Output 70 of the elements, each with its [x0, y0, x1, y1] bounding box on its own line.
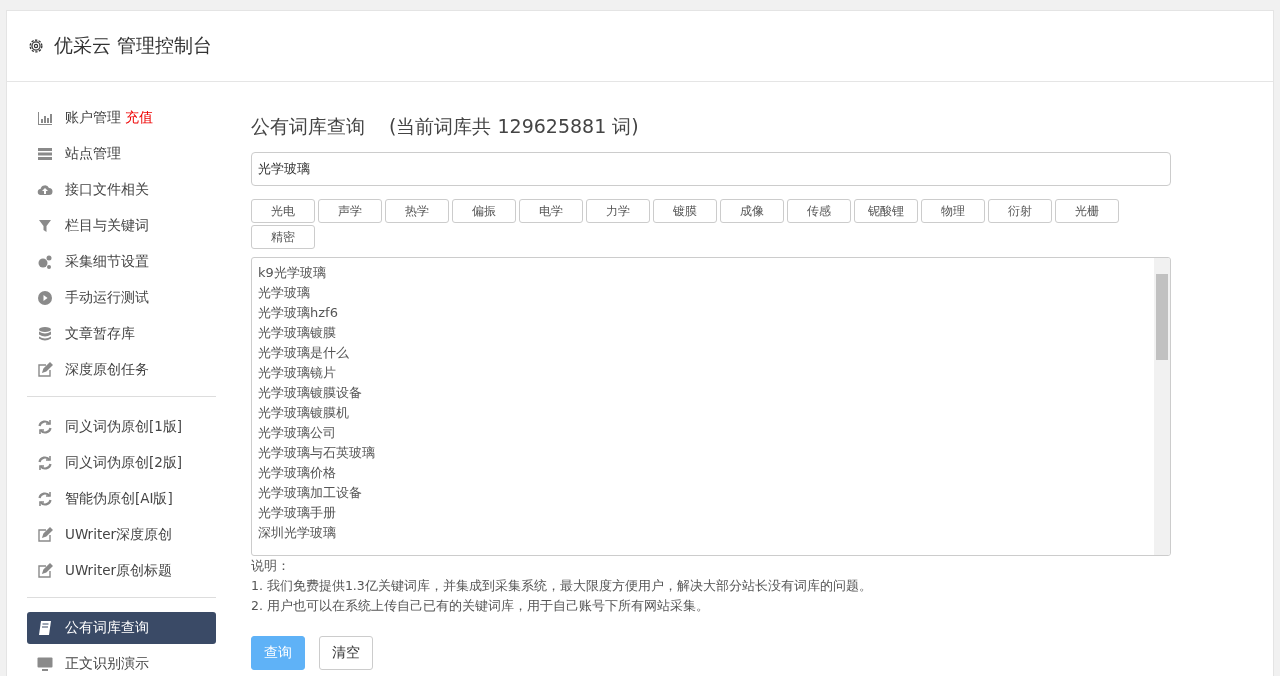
keyword-tag[interactable]: 铌酸锂 — [854, 199, 918, 223]
result-item: 光学玻璃镜片 — [258, 364, 337, 382]
sidebar-item[interactable]: 同义词伪原创[1版] — [27, 411, 216, 443]
result-item: 光学玻璃镀膜机 — [258, 404, 350, 422]
result-item: 光学玻璃与石英玻璃 — [258, 444, 376, 462]
keyword-tag[interactable]: 光电 — [251, 199, 315, 223]
keyword-tag[interactable]: 热学 — [385, 199, 449, 223]
sidebar-item[interactable]: UWriter深度原创 — [27, 519, 216, 551]
menu-icon — [37, 455, 53, 471]
menu-icon — [37, 146, 53, 162]
scrollbar[interactable] — [1154, 258, 1170, 555]
sidebar-item[interactable]: 手动运行测试 — [27, 282, 216, 314]
menu-icon — [37, 218, 53, 234]
keyword-tag[interactable]: 力学 — [586, 199, 650, 223]
menu-icon — [37, 620, 53, 636]
result-item: 光学玻璃公司 — [258, 424, 337, 442]
keyword-tag[interactable]: 电学 — [519, 199, 583, 223]
sidebar-item[interactable]: 正文识别演示 — [27, 648, 216, 676]
clear-button[interactable]: 清空 — [319, 636, 373, 670]
result-item: 光学玻璃hzf6 — [258, 304, 339, 322]
sidebar-item[interactable]: 文章暂存库 — [27, 318, 216, 350]
result-item: 光学玻璃手册 — [258, 504, 337, 522]
result-item: 光学玻璃是什么 — [258, 344, 350, 362]
result-item: 深圳光学玻璃 — [258, 524, 337, 542]
sidebar-item[interactable]: 公有词库查询 — [27, 612, 216, 644]
note-text: 2. 用户也可以在系统上传自己已有的关键词库，用于自己账号下所有网站采集。 — [251, 597, 710, 615]
console-title: 优采云 管理控制台 — [54, 33, 213, 58]
menu-icon — [37, 254, 53, 270]
keyword-tag[interactable]: 光栅 — [1055, 199, 1119, 223]
sidebar-item[interactable]: 接口文件相关 — [27, 174, 216, 206]
page-title: 公有词库查询 — [251, 114, 365, 139]
keyword-tag[interactable]: 声学 — [318, 199, 382, 223]
keyword-tag[interactable]: 物理 — [921, 199, 985, 223]
menu-icon — [37, 563, 53, 579]
word-count: (当前词库共 129625881 词) — [389, 114, 639, 139]
sidebar-item[interactable]: 智能伪原创[AI版] — [27, 483, 216, 515]
sidebar-item[interactable]: 账户管理 充值 — [27, 102, 216, 134]
recharge-link[interactable]: 充值 — [125, 109, 153, 127]
menu-icon — [37, 326, 53, 342]
keyword-tag[interactable]: 成像 — [720, 199, 784, 223]
menu-icon — [37, 110, 53, 126]
keyword-tag[interactable]: 精密 — [251, 225, 315, 249]
menu-icon — [37, 491, 53, 507]
settings-icon — [27, 37, 45, 55]
sidebar-item[interactable]: 栏目与关键词 — [27, 210, 216, 242]
result-item: 光学玻璃镀膜 — [258, 324, 337, 342]
sidebar-item[interactable]: UWriter原创标题 — [27, 555, 216, 587]
keyword-tag[interactable]: 传感 — [787, 199, 851, 223]
sidebar-item[interactable]: 深度原创任务 — [27, 354, 216, 386]
result-item: k9光学玻璃 — [258, 264, 327, 282]
menu-icon — [37, 362, 53, 378]
note-text: 1. 我们免费提供1.3亿关键词库，并集成到采集系统，最大限度方便用户，解决大部分站长没有词库的问题。 — [251, 577, 873, 595]
sidebar-item[interactable]: 同义词伪原创[2版] — [27, 447, 216, 479]
keyword-tag[interactable]: 衍射 — [988, 199, 1052, 223]
menu-icon — [37, 182, 53, 198]
result-item: 光学玻璃加工设备 — [258, 484, 363, 502]
result-item: 光学玻璃镀膜设备 — [258, 384, 363, 402]
result-item: 光学玻璃 — [258, 284, 311, 302]
notes-title: 说明： — [251, 557, 291, 575]
menu-icon — [37, 419, 53, 435]
sidebar-item[interactable]: 站点管理 — [27, 138, 216, 170]
results-box[interactable]: k9光学玻璃 光学玻璃 光学玻璃hzf6 光学玻璃镀膜 光学玻璃是什么 光学玻璃镜片 光学玻璃镀膜设备 光学玻璃镀膜机 光学玻璃公司 光学玻璃与石英玻璃 光学玻璃价格 光学玻璃加工设备 光学玻璃手册 深圳光学玻璃 — [251, 257, 1171, 556]
sidebar-item[interactable]: 采集细节设置 — [27, 246, 216, 278]
search-field[interactable]: 光学玻璃 — [251, 152, 1171, 186]
menu-icon — [37, 527, 53, 543]
menu-icon — [37, 290, 53, 306]
result-item: 光学玻璃价格 — [258, 464, 337, 482]
keyword-tag[interactable]: 偏振 — [452, 199, 516, 223]
menu-icon — [37, 656, 53, 672]
keyword-tag[interactable]: 镀膜 — [653, 199, 717, 223]
